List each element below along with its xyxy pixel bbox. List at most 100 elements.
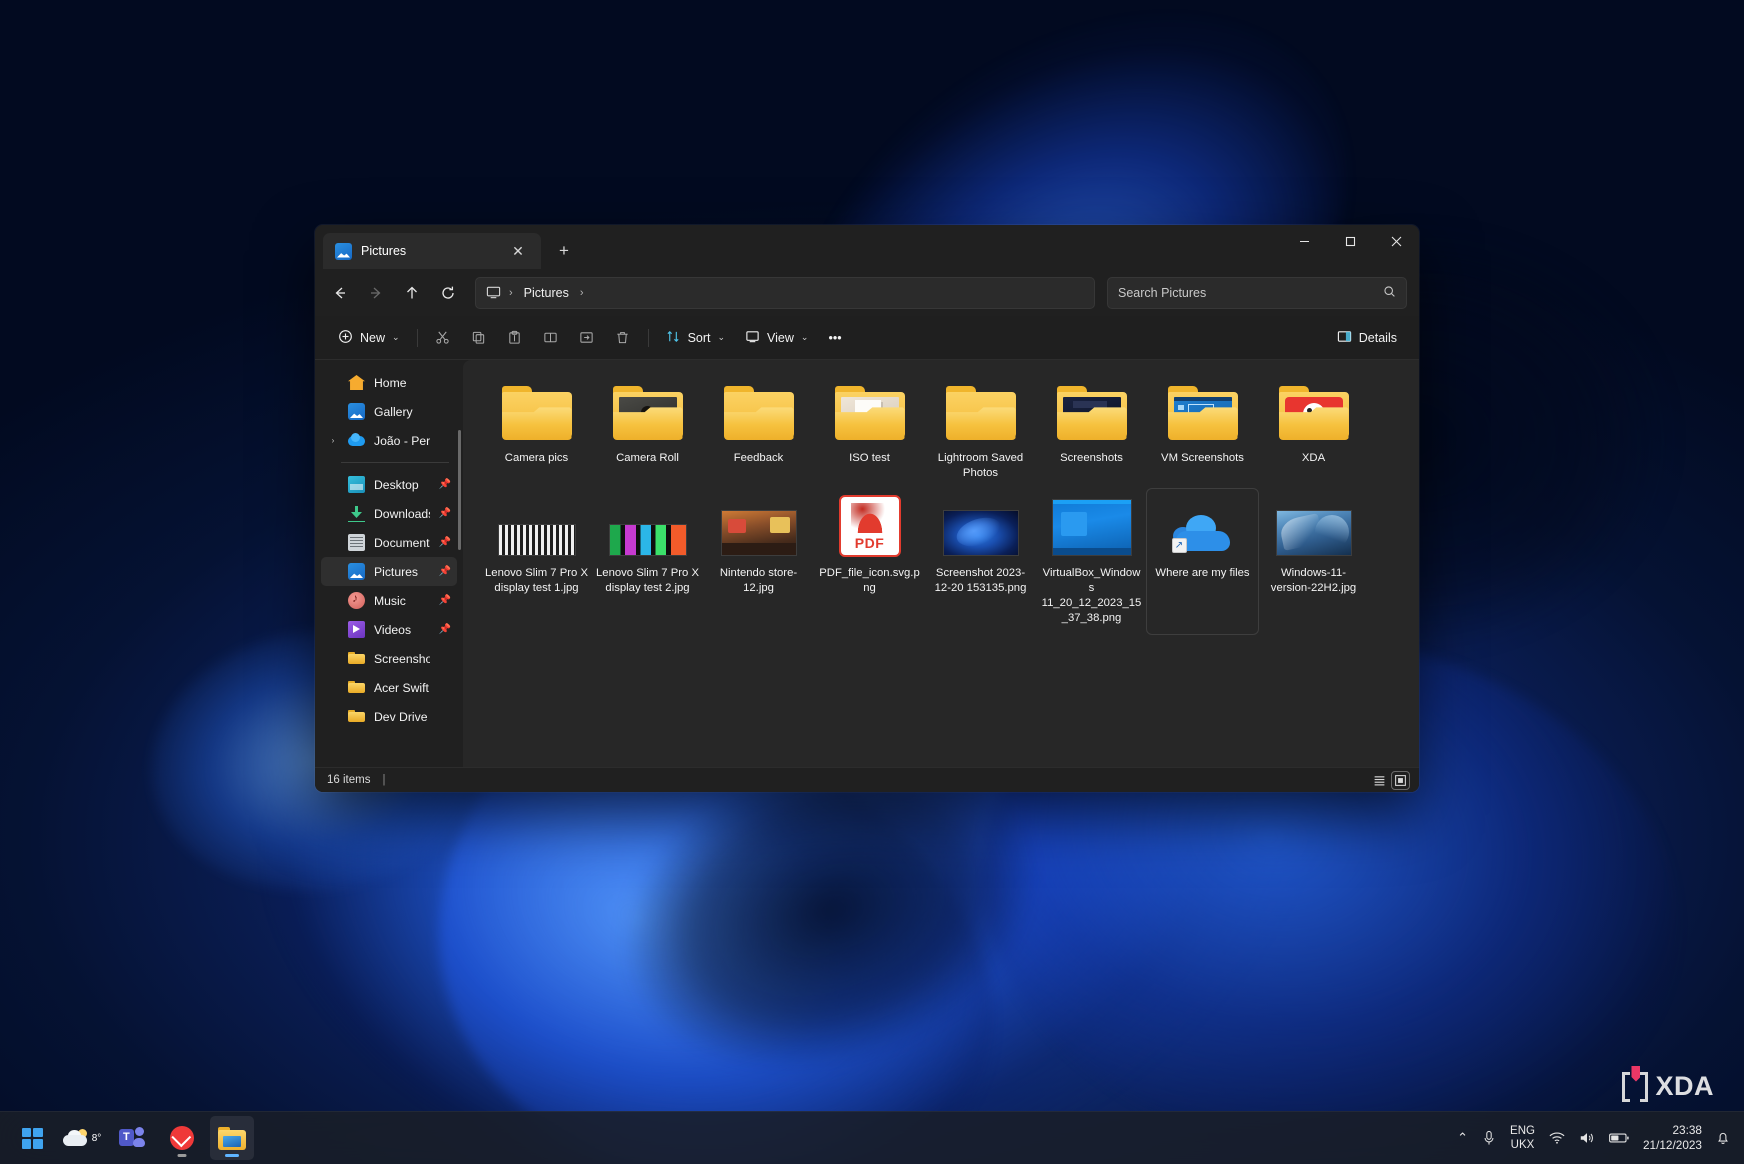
sidebar-scrollbar[interactable] <box>458 430 461 550</box>
file-explorer-button[interactable] <box>210 1116 254 1160</box>
breadcrumb-item-pictures[interactable]: Pictures <box>520 284 573 302</box>
xda-watermark: XDA <box>1622 1071 1714 1102</box>
clock[interactable]: 23:38 21/12/2023 <box>1643 1123 1702 1153</box>
chevron-down-icon: ⌄ <box>801 332 809 343</box>
wifi-icon[interactable] <box>1549 1131 1565 1145</box>
sidebar-item-label: João - Personal <box>374 434 430 448</box>
file-name: Screenshot 2023-12-20 153135.png <box>929 566 1032 596</box>
pin-icon: 📌 <box>439 624 451 635</box>
tab-pictures[interactable]: Pictures ✕ <box>323 233 541 269</box>
vivaldi-button[interactable] <box>160 1116 204 1160</box>
tile-view-button[interactable] <box>1392 772 1409 789</box>
rename-button[interactable] <box>534 323 568 353</box>
file-name: Windows-11-version-22H2.jpg <box>1262 566 1365 596</box>
running-indicator <box>178 1154 187 1157</box>
vivaldi-icon <box>170 1126 194 1150</box>
pin-icon: 📌 <box>439 508 451 519</box>
details-pane-button[interactable]: Details <box>1327 323 1407 353</box>
file-item-vm-screenshots[interactable]: VM Screenshots <box>1147 374 1258 489</box>
delete-button[interactable] <box>606 323 640 353</box>
language-line-2: UKX <box>1511 1139 1535 1151</box>
image-thumbnail <box>498 495 576 557</box>
sidebar-item-dev-drive[interactable]: Dev Drive <box>321 702 457 731</box>
close-button[interactable] <box>1373 225 1419 257</box>
paste-button[interactable] <box>498 323 532 353</box>
sidebar-item-desktop[interactable]: Desktop 📌 <box>321 470 457 499</box>
file-item-xda[interactable]: XDA <box>1258 374 1369 489</box>
sidebar-item-downloads[interactable]: Downloads 📌 <box>321 499 457 528</box>
file-item-lenovo-slim-7-pro-x-display-test-2[interactable]: Lenovo Slim 7 Pro X display test 2.jpg <box>592 489 703 634</box>
file-item-lightroom-saved-photos[interactable]: Lightroom Saved Photos <box>925 374 1036 489</box>
breadcrumb[interactable]: › Pictures › <box>475 277 1095 309</box>
sidebar-item-screenshots[interactable]: Screenshots <box>321 644 457 673</box>
sidebar-item-home[interactable]: Home <box>321 368 457 397</box>
this-pc-icon <box>484 284 502 302</box>
sidebar-item-documents[interactable]: Documents 📌 <box>321 528 457 557</box>
file-item-pdf-file-icon[interactable]: PDF PDF_file_icon.svg.png <box>814 489 925 634</box>
divider <box>417 329 418 347</box>
details-pane-icon <box>1337 329 1352 347</box>
chevron-right-icon[interactable]: › <box>327 436 339 445</box>
file-item-feedback[interactable]: Feedback <box>703 374 814 489</box>
sidebar-item-label: Music <box>374 594 430 608</box>
language-indicator[interactable]: ENG UKX <box>1510 1124 1535 1152</box>
sidebar-item-videos[interactable]: Videos 📌 <box>321 615 457 644</box>
navigation-bar: › Pictures › Search Pictures <box>315 269 1419 316</box>
file-item-where-are-my-files[interactable]: ↗ Where are my files <box>1147 489 1258 634</box>
sidebar-item-acer-swift-go-14[interactable]: Acer Swift Go 14 <box>321 673 457 702</box>
pdf-label: PDF <box>841 535 899 551</box>
teams-button[interactable] <box>110 1116 154 1160</box>
file-item-lenovo-slim-7-pro-x-display-test-1[interactable]: Lenovo Slim 7 Pro X display test 1.jpg <box>481 489 592 634</box>
shortcut-arrow-icon: ↗ <box>1172 538 1187 553</box>
bell-icon[interactable] <box>1716 1130 1730 1146</box>
file-item-camera-pics[interactable]: Camera pics <box>481 374 592 489</box>
file-item-iso-test[interactable]: ISO test <box>814 374 925 489</box>
image-thumbnail <box>609 495 687 557</box>
up-button[interactable] <box>395 277 429 309</box>
new-button[interactable]: New ⌄ <box>329 323 409 353</box>
refresh-button[interactable] <box>431 277 465 309</box>
search-input[interactable]: Search Pictures <box>1107 277 1407 309</box>
file-item-camera-roll[interactable]: Camera Roll <box>592 374 703 489</box>
file-item-screenshots[interactable]: Screenshots <box>1036 374 1147 489</box>
home-icon <box>348 374 365 391</box>
file-name: Where are my files <box>1155 566 1249 581</box>
file-item-screenshot-2023-12-20[interactable]: Screenshot 2023-12-20 153135.png <box>925 489 1036 634</box>
file-item-windows-11-version-22h2[interactable]: Windows-11-version-22H2.jpg <box>1258 489 1369 634</box>
cut-button[interactable] <box>426 323 460 353</box>
weather-widget[interactable]: 8° <box>60 1116 104 1160</box>
start-button[interactable] <box>10 1116 54 1160</box>
forward-button[interactable] <box>359 277 393 309</box>
close-tab-button[interactable]: ✕ <box>505 238 531 264</box>
sidebar-item-gallery[interactable]: Gallery <box>321 397 457 426</box>
folder-icon <box>218 1127 246 1150</box>
file-name: PDF_file_icon.svg.png <box>818 566 921 596</box>
show-hidden-icons-button[interactable]: ⌃ <box>1457 1130 1468 1146</box>
folder-icon <box>720 380 798 442</box>
sort-button[interactable]: Sort ⌄ <box>657 323 734 353</box>
sidebar-item-music[interactable]: Music 📌 <box>321 586 457 615</box>
weather-icon: 8° <box>63 1130 102 1146</box>
battery-icon[interactable] <box>1609 1132 1629 1144</box>
sidebar-item-pictures[interactable]: Pictures 📌 <box>321 557 457 586</box>
xda-wordmark: XDA <box>1655 1071 1714 1102</box>
minimize-button[interactable] <box>1281 225 1327 257</box>
share-button[interactable] <box>570 323 604 353</box>
breadcrumb-chevron-icon[interactable]: › <box>578 287 586 299</box>
file-item-virtualbox-windows-11[interactable]: VirtualBox_Windows 11_20_12_2023_15_37_3… <box>1036 489 1147 634</box>
copy-button[interactable] <box>462 323 496 353</box>
windows-logo-icon <box>22 1128 43 1149</box>
microphone-icon[interactable] <box>1482 1130 1496 1146</box>
more-options-button[interactable]: ••• <box>819 323 850 353</box>
teams-icon <box>119 1127 145 1149</box>
file-item-nintendo-store-12[interactable]: Nintendo store-12.jpg <box>703 489 814 634</box>
sidebar-item-onedrive[interactable]: › João - Personal <box>321 426 457 455</box>
documents-icon <box>348 534 365 551</box>
taskbar-items: 8° <box>0 1116 254 1160</box>
speaker-icon[interactable] <box>1579 1131 1595 1145</box>
maximize-button[interactable] <box>1327 225 1373 257</box>
back-button[interactable] <box>323 277 357 309</box>
view-button[interactable]: View ⌄ <box>736 323 817 353</box>
new-tab-button[interactable]: + <box>551 238 577 264</box>
list-view-button[interactable] <box>1371 772 1388 789</box>
